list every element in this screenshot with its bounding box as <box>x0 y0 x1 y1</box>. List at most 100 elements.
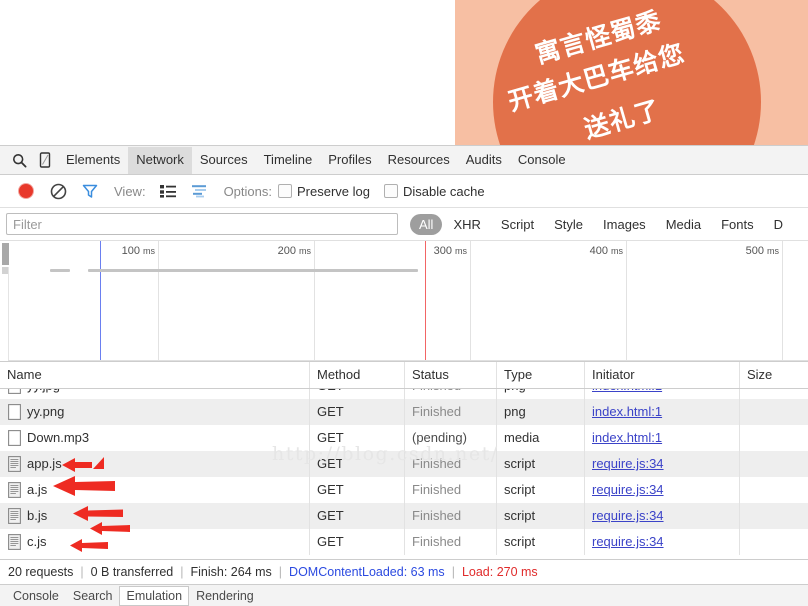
cell-name: a.js <box>0 477 310 503</box>
banner-blank-area <box>0 0 455 145</box>
preserve-log-box <box>277 184 292 198</box>
initiator-link[interactable]: index.html:1 <box>592 404 662 419</box>
cell-status: Finished <box>405 399 497 425</box>
overview-grip-handle[interactable] <box>2 243 9 265</box>
tab-audits[interactable]: Audits <box>458 147 510 174</box>
tab-sources[interactable]: Sources <box>192 147 256 174</box>
drawer-tab-emulation[interactable]: Emulation <box>119 585 190 606</box>
network-toolbar: View: Options: Preserve log Disable cach… <box>0 175 808 208</box>
cell-type: png <box>497 389 585 399</box>
overview-request-bar <box>50 269 70 272</box>
cell-method: GET <box>310 389 405 399</box>
table-row[interactable]: app.js GET Finished script require.js:34 <box>0 451 808 477</box>
table-row[interactable]: c.js GET Finished script require.js:34 <box>0 529 808 555</box>
initiator-link[interactable]: index.html:1 <box>592 389 662 393</box>
overview-gridline <box>314 241 315 361</box>
column-header-name[interactable]: Name <box>0 362 310 388</box>
status-finish: Finish: 264 ms <box>190 565 272 579</box>
tick-unit: ms <box>299 246 311 256</box>
file-name: yy.jpg <box>27 389 60 399</box>
dom-content-loaded-marker <box>100 241 101 361</box>
column-header-size[interactable]: Size <box>740 362 808 388</box>
table-row[interactable]: Down.mp3 GET (pending) media index.html:… <box>0 425 808 451</box>
cell-initiator: require.js:34 <box>585 451 740 477</box>
initiator-link[interactable]: require.js:34 <box>592 482 664 497</box>
type-filter-fonts[interactable]: Fonts <box>712 214 763 235</box>
file-name: a.js <box>27 482 48 497</box>
drawer-tab-rendering[interactable]: Rendering <box>189 586 261 606</box>
cell-status: Finished <box>405 477 497 503</box>
table-row-clipped[interactable]: yy.jpg GET Finished png index.html:1 <box>0 389 808 399</box>
file-image-icon <box>8 389 21 394</box>
initiator-link[interactable]: index.html:1 <box>592 430 662 445</box>
waterfall-view-button[interactable] <box>184 177 216 205</box>
preserve-log-checkbox[interactable]: Preserve log <box>277 184 370 199</box>
type-filter-style[interactable]: Style <box>545 214 592 235</box>
table-row[interactable]: b.js GET Finished script require.js:34 <box>0 503 808 529</box>
column-header-method[interactable]: Method <box>310 362 405 388</box>
file-script-icon <box>8 482 21 498</box>
tab-timeline[interactable]: Timeline <box>256 147 321 174</box>
file-media-icon <box>8 430 21 446</box>
tab-console[interactable]: Console <box>510 147 574 174</box>
tick-value: 400 <box>589 245 608 257</box>
cell-initiator: require.js:34 <box>585 477 740 503</box>
column-header-status[interactable]: Status <box>405 362 497 388</box>
network-overview[interactable]: 100 ms 200 ms 300 ms 400 ms 500 ms <box>0 241 808 362</box>
file-script-icon <box>8 534 21 550</box>
list-view-button[interactable] <box>152 177 184 205</box>
overview-gridline <box>626 241 627 361</box>
column-header-type[interactable]: Type <box>497 362 585 388</box>
tab-profiles[interactable]: Profiles <box>320 147 379 174</box>
drawer-tab-console[interactable]: Console <box>6 586 66 606</box>
table-row[interactable]: a.js GET Finished script require.js:34 <box>0 477 808 503</box>
overview-left-divider <box>8 267 9 361</box>
cell-method: GET <box>310 503 405 529</box>
status-requests: 20 requests <box>8 565 74 579</box>
file-image-icon <box>8 404 21 420</box>
cell-size <box>740 399 808 425</box>
cell-name: app.js <box>0 451 310 477</box>
tab-elements[interactable]: Elements <box>58 147 128 174</box>
table-header-row: Name Method Status Type Initiator Size <box>0 362 808 389</box>
cell-method: GET <box>310 477 405 503</box>
cell-method: GET <box>310 425 405 451</box>
file-script-icon <box>8 456 21 472</box>
type-filter-script[interactable]: Script <box>492 214 543 235</box>
cell-type: png <box>497 399 585 425</box>
type-filter-media[interactable]: Media <box>657 214 710 235</box>
cell-initiator: require.js:34 <box>585 503 740 529</box>
status-separator: | <box>278 565 283 579</box>
type-filter-documents[interactable]: D <box>765 214 792 235</box>
column-header-initiator[interactable]: Initiator <box>585 362 740 388</box>
clear-button[interactable] <box>42 177 74 205</box>
status-transferred: 0 B transferred <box>90 565 174 579</box>
cell-name: c.js <box>0 529 310 555</box>
list-view-icon <box>159 185 176 198</box>
record-button[interactable] <box>10 177 42 205</box>
filter-input[interactable] <box>6 213 398 235</box>
drawer-tab-search[interactable]: Search <box>66 586 120 606</box>
table-row[interactable]: yy.png GET Finished png index.html:1 <box>0 399 808 425</box>
funnel-icon <box>82 184 98 198</box>
initiator-link[interactable]: require.js:34 <box>592 456 664 471</box>
filter-button[interactable] <box>74 177 106 205</box>
cell-status: Finished <box>405 503 497 529</box>
type-filter-xhr[interactable]: XHR <box>444 214 489 235</box>
tab-network[interactable]: Network <box>128 146 192 174</box>
disable-cache-checkbox[interactable]: Disable cache <box>383 184 485 199</box>
search-icon[interactable] <box>6 147 32 173</box>
type-filter-images[interactable]: Images <box>594 214 655 235</box>
page-banner: 寓言怪蜀黍 开着大巴车给您 送礼了 <box>0 0 808 145</box>
initiator-link[interactable]: require.js:34 <box>592 534 664 549</box>
tab-resources[interactable]: Resources <box>380 147 458 174</box>
view-label: View: <box>114 183 146 199</box>
device-toggle-icon[interactable] <box>32 147 58 173</box>
cell-type: script <box>497 451 585 477</box>
overview-tick-label: 200 ms <box>278 245 314 257</box>
cell-type: media <box>497 425 585 451</box>
initiator-link[interactable]: require.js:34 <box>592 508 664 523</box>
clear-icon <box>50 183 66 199</box>
file-name: yy.png <box>27 404 65 419</box>
type-filter-all[interactable]: All <box>410 213 443 235</box>
